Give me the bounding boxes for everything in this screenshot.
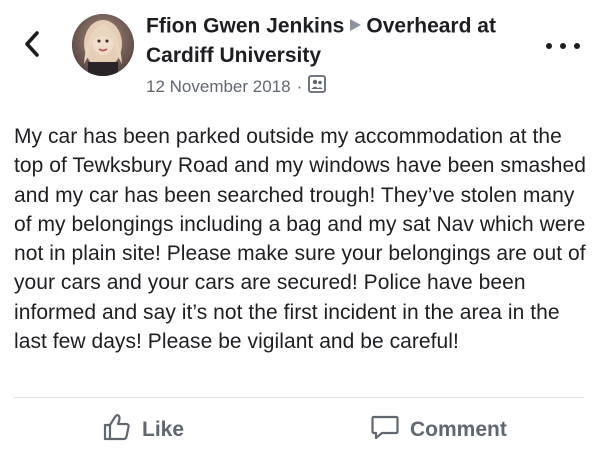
avatar-photo — [72, 14, 134, 76]
avatar[interactable] — [72, 14, 134, 76]
comment-label: Comment — [410, 418, 507, 441]
post-header: Ffion Gwen Jenkins Overheard at Cardiff U… — [146, 12, 526, 98]
speech-bubble-icon — [370, 412, 400, 448]
more-options-button[interactable] — [546, 36, 580, 56]
like-label: Like — [142, 418, 185, 441]
chevron-left-icon — [23, 30, 41, 63]
thumbs-up-icon — [102, 412, 132, 448]
meta-separator: · — [296, 76, 303, 96]
post-title-line: Ffion Gwen Jenkins Overheard at Cardiff U… — [146, 12, 526, 69]
group-audience-icon — [308, 75, 327, 98]
more-dots-icon — [546, 43, 552, 49]
like-button[interactable]: Like — [102, 398, 184, 462]
post-date[interactable]: 12 November 2018 — [146, 77, 291, 97]
action-bar: Like Comment — [0, 398, 598, 462]
back-button[interactable] — [14, 28, 50, 64]
triangle-right-icon — [348, 12, 362, 39]
comment-button[interactable]: Comment — [370, 398, 507, 462]
author-name-link[interactable]: Ffion Gwen Jenkins — [146, 15, 344, 38]
post-meta: 12 November 2018 · — [146, 75, 526, 98]
post-text: My car has been parked outside my accomm… — [14, 125, 586, 354]
